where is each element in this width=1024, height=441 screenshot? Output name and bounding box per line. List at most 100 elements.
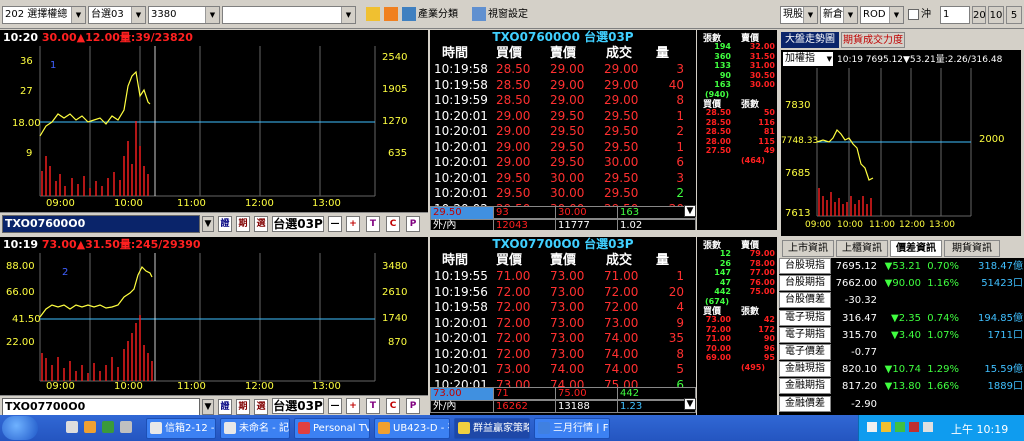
group-combo[interactable]: 202 選擇權總 ▼ — [2, 6, 86, 24]
q2-button[interactable]: 10 — [988, 6, 1004, 24]
stock-button[interactable]: 證 — [218, 399, 232, 415]
plus-button[interactable]: + — [346, 398, 360, 414]
col-bid: 買價 — [496, 253, 523, 268]
qty-input[interactable]: 1 — [940, 6, 970, 24]
futures-row[interactable]: 金融價差 -2.90 — [779, 395, 1024, 413]
y-tick: 36 — [20, 56, 33, 67]
network-icon[interactable] — [867, 422, 877, 432]
arrow-up-button[interactable] — [366, 6, 382, 24]
trade-value: 73.00 — [496, 362, 531, 376]
c-button[interactable]: C — [386, 216, 400, 232]
bid-price: 27.50 — [705, 146, 731, 155]
tape-row: 10:20:01 29.50 30.00 29.50 2 — [430, 186, 696, 202]
p-button[interactable]: P — [406, 398, 420, 414]
taskbar-item[interactable]: 三月行情 | FRE... — [534, 418, 610, 439]
symbol-input[interactable]: TXO07600O0 — [2, 215, 200, 233]
scroll-down-icon[interactable]: ▼ — [684, 398, 696, 410]
futures-row[interactable]: 電子價差 -0.77 — [779, 344, 1024, 361]
folder-icon[interactable] — [84, 421, 96, 433]
status-icon[interactable] — [895, 422, 905, 432]
y-tick: 22.00 — [6, 337, 35, 348]
tab-spread-info[interactable]: 價差資訊 — [890, 240, 942, 257]
taskbar-item[interactable]: 未命名 - 記事本 — [220, 418, 290, 439]
futures-row[interactable]: 台股價差 -30.32 — [779, 292, 1024, 309]
tape-row: 10:20:01 29.00 29.50 30.00 6 — [430, 155, 696, 171]
scroll-down-icon[interactable]: ▼ — [684, 205, 696, 217]
order-type-combo[interactable]: 現股 ▼ — [780, 6, 818, 24]
t-button[interactable]: T — [366, 398, 380, 414]
bid-total: (495) — [741, 363, 766, 372]
daytrade-checkbox[interactable]: 沖 — [908, 6, 931, 24]
start-button[interactable] — [2, 416, 38, 440]
futures-button[interactable]: 期 — [236, 399, 250, 415]
tab-listed-info[interactable]: 上市資訊 — [782, 240, 834, 257]
t-button[interactable]: T — [366, 216, 380, 232]
chevron-down-icon[interactable]: ▼ — [202, 399, 214, 415]
options-button[interactable]: 選 — [254, 216, 268, 232]
industry-button[interactable]: 產業分類 — [402, 6, 458, 24]
taskbar-item[interactable]: Personal TV A... — [294, 418, 370, 439]
futures-row[interactable]: 台股期指 7662.00 ▼90.00 1.16% 51423口 — [779, 275, 1024, 292]
trade-time: 10:20:01 — [434, 139, 488, 154]
index-chg: ▼90.00 — [884, 278, 921, 290]
trade-value: 29.00 — [604, 93, 639, 107]
order-action-combo[interactable]: 新倉 ▼ — [820, 6, 858, 24]
volume-icon[interactable] — [923, 422, 933, 432]
tab-market-trend[interactable]: 大盤走勢圖 — [781, 32, 839, 48]
tab-otc-info[interactable]: 上櫃資訊 — [836, 240, 888, 257]
minus-button[interactable]: — — [328, 216, 342, 232]
taskbar-item[interactable]: 群益贏家策略王 — [454, 418, 530, 439]
y-tick: 7613 — [785, 208, 811, 219]
arrow-down-button[interactable] — [384, 6, 400, 24]
taskbar-item[interactable]: 信箱2-12 - 記... — [146, 418, 216, 439]
futures-row[interactable]: 電子現指 316.47 ▼2.35 0.74% 194.85億 — [779, 309, 1024, 327]
minus-button[interactable]: — — [328, 398, 342, 414]
futures-row[interactable]: 台股現指 7695.12 ▼53.21 0.70% 318.47億 — [779, 258, 1024, 275]
futures-row[interactable]: 金融期指 817.20 ▼13.80 1.66% 1889口 — [779, 378, 1024, 395]
search-combo[interactable]: ▼ — [222, 6, 356, 24]
futures-row[interactable]: 電子期指 315.70 ▼3.40 1.07% 1711口 — [779, 326, 1024, 344]
bid-price: 72.00 — [705, 324, 731, 334]
futures-button[interactable]: 期 — [236, 216, 250, 232]
bid-price: 28.50 — [705, 117, 731, 127]
trade-value: 29.00 — [496, 124, 531, 138]
plus-button[interactable]: + — [346, 216, 360, 232]
c-button[interactable]: C — [386, 398, 400, 414]
board-combo[interactable]: 台選03 ▼ — [88, 6, 146, 24]
stock-button[interactable]: 證 — [218, 216, 232, 232]
window-settings-button[interactable]: 視窗設定 — [472, 6, 528, 24]
p-button[interactable]: P — [406, 216, 420, 232]
symbol-input[interactable]: TXO07700O0 — [2, 398, 200, 416]
trade-time: 10:20:01 — [434, 346, 488, 361]
shield-icon[interactable] — [881, 422, 891, 432]
trade-value: 30.00 — [550, 170, 585, 185]
q1-button[interactable]: 20 — [972, 6, 986, 24]
order-cond-combo[interactable]: ROD ▼ — [860, 6, 904, 24]
chart-2-controls: TXO07700O0 ▼ 證 期 選 台選03P — + T C P — [0, 395, 428, 416]
trade-value: 29.50 — [604, 139, 639, 154]
q3-button[interactable]: 5 — [1006, 6, 1022, 24]
desktop-icon[interactable] — [66, 421, 78, 433]
ask-price: 79.00 — [749, 249, 775, 258]
futures-row[interactable]: 金融現指 820.10 ▼10.74 1.29% 15.59億 — [779, 361, 1024, 378]
tab-futures-strength[interactable]: 期貨成交力度 — [841, 32, 905, 48]
chevron-down-icon[interactable]: ▼ — [202, 216, 214, 232]
tab-futures-info[interactable]: 期貨資訊 — [944, 240, 1000, 257]
x-tick: 12:00 — [245, 381, 274, 392]
ask-price: 75.00 — [749, 287, 775, 296]
ask-qty: 147 — [714, 268, 731, 277]
app-icon[interactable] — [102, 421, 114, 433]
index-info: 10:19 7695.12▼53.21量:2.26/316.48 — [837, 55, 1003, 65]
app-tray-icon[interactable] — [909, 422, 919, 432]
index-combo[interactable]: 加權指 ▼ — [783, 52, 833, 66]
trade-time: 10:19:56 — [434, 284, 488, 299]
chevron-down-icon: ▼ — [131, 7, 145, 23]
app-icon[interactable] — [120, 421, 132, 433]
trade-tape-1: TXO07600O0 台選03P 時間 買價 賣價 成交 量 10:19:58 2… — [430, 30, 696, 230]
code-combo[interactable]: 3380 ▼ — [148, 6, 220, 24]
options-button[interactable]: 選 — [254, 399, 268, 415]
trade-value: 71.00 — [496, 269, 531, 283]
bid-qty: 96 — [763, 343, 775, 353]
taskbar-item[interactable]: UB423-D - 有... — [374, 418, 450, 439]
index-pct: 1.66% — [927, 381, 959, 393]
